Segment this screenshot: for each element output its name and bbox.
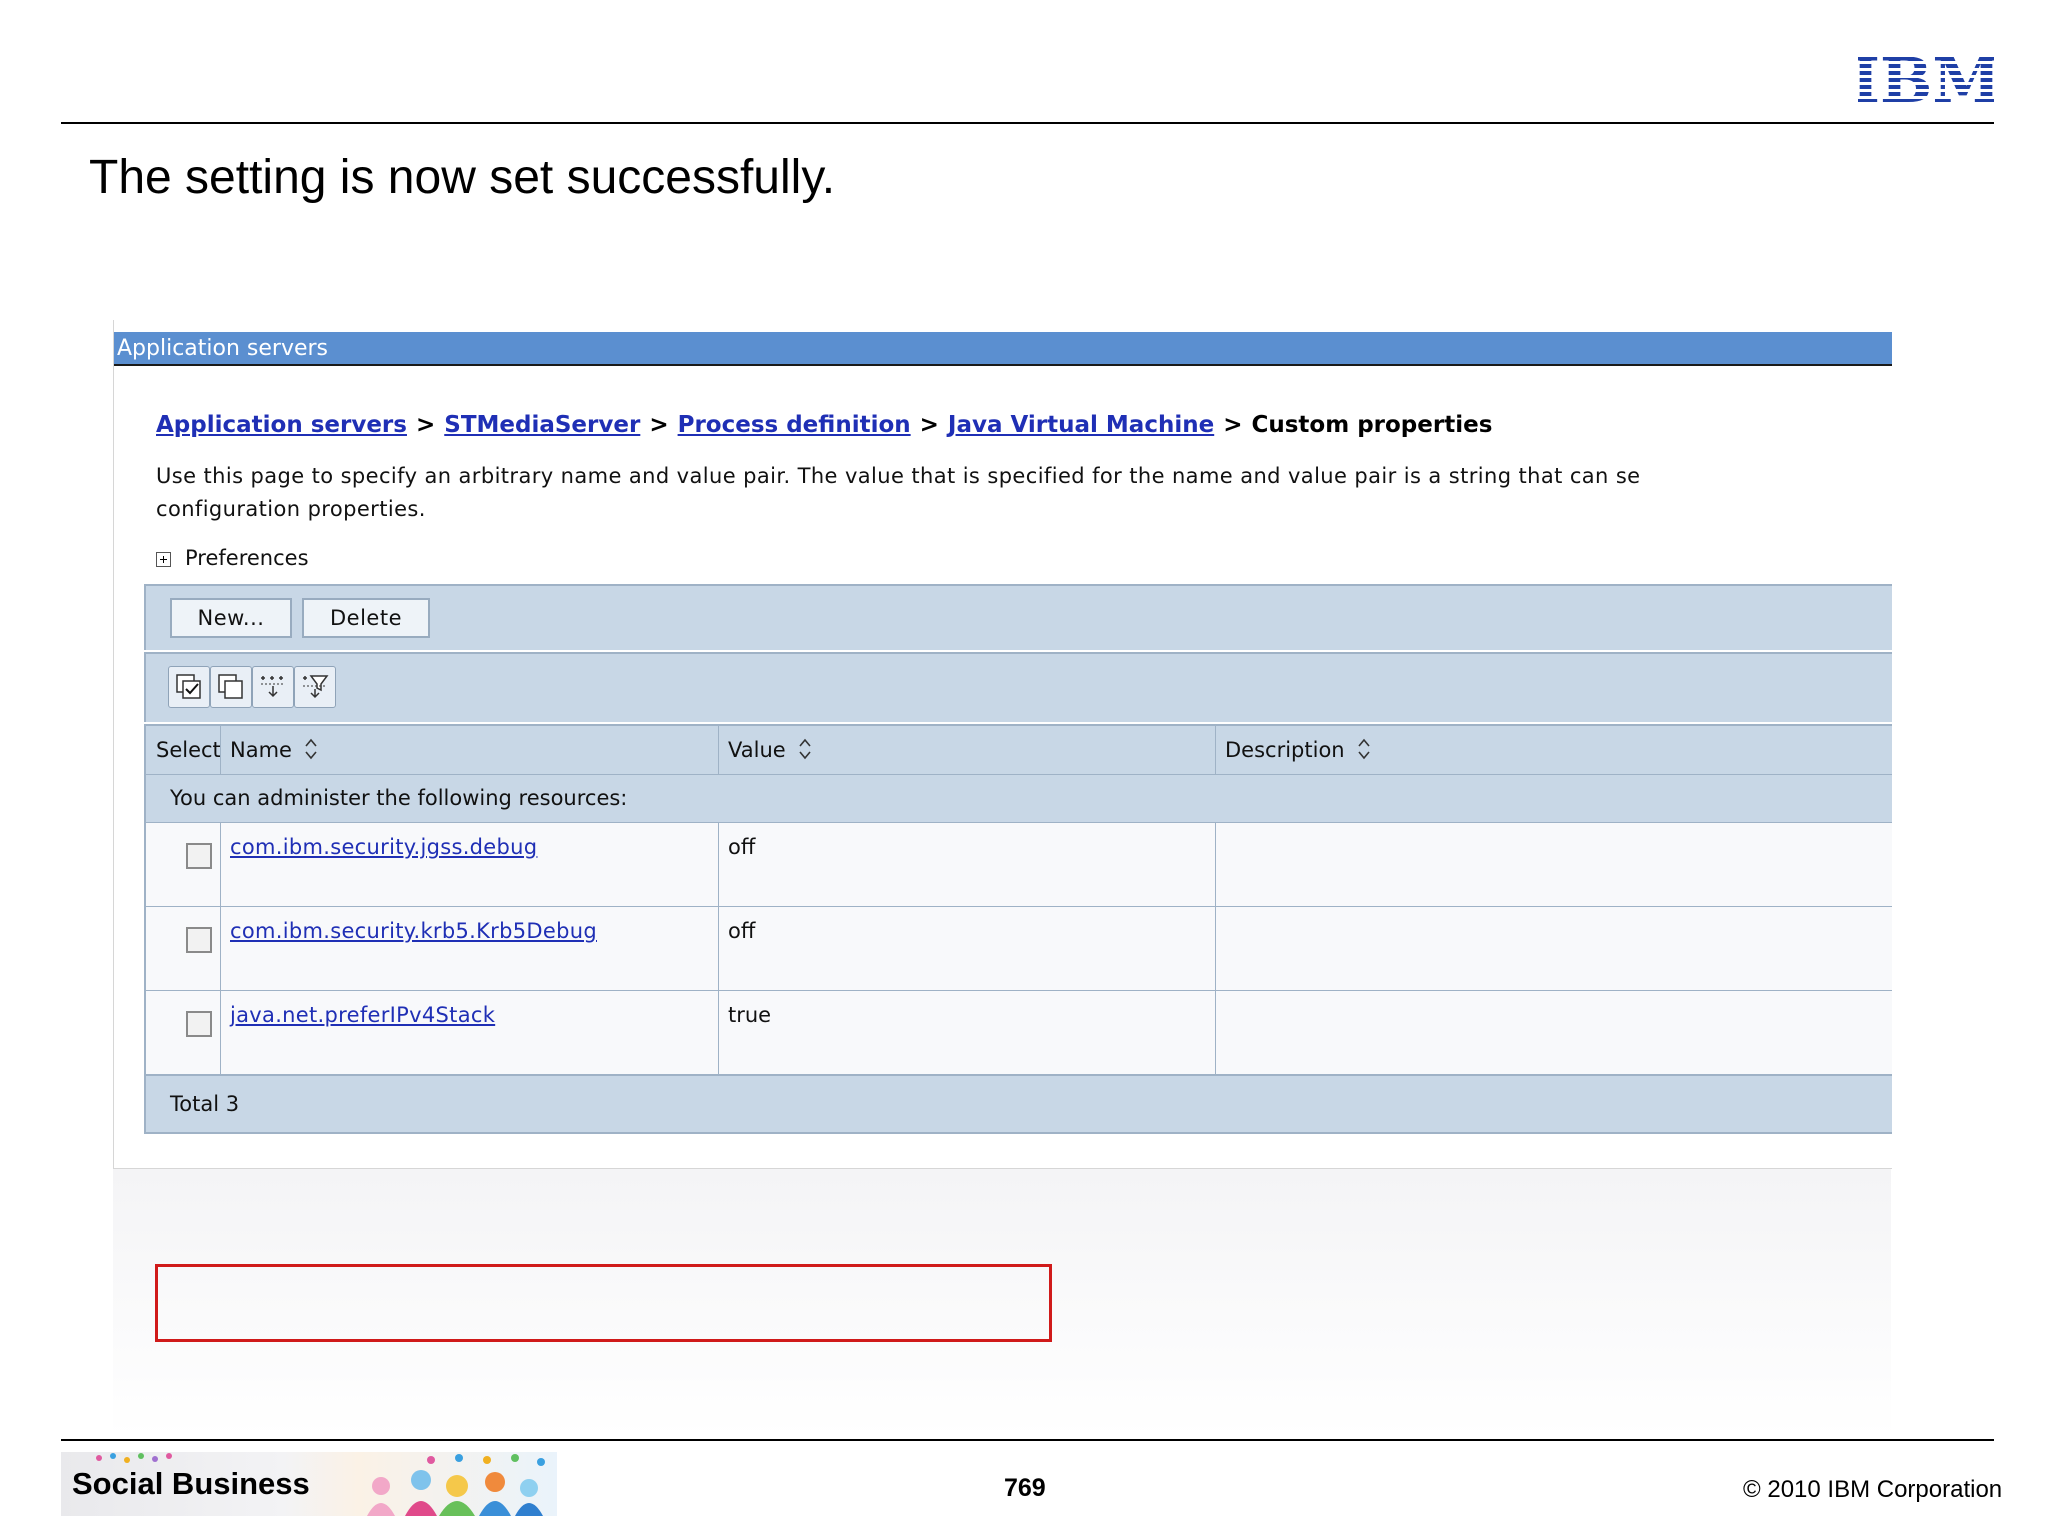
column-header-description[interactable]: Description bbox=[1225, 738, 1371, 763]
new-button[interactable]: New... bbox=[170, 598, 292, 638]
collection-panel: New... Delete Select Name Value Descript… bbox=[144, 584, 1892, 1342]
breadcrumb-separator: > bbox=[649, 412, 669, 438]
breadcrumb-link-stmediaserver[interactable]: STMediaServer bbox=[444, 412, 640, 438]
svg-text:IBM: IBM bbox=[1858, 50, 1994, 106]
select-all-icon[interactable] bbox=[168, 666, 210, 708]
admin-console-screenshot: Application servers Application servers >… bbox=[113, 320, 1892, 1342]
row-select-checkbox[interactable] bbox=[186, 1011, 212, 1037]
custom-properties-table: Select Name Value Description You can ad… bbox=[144, 724, 1892, 1134]
sort-icon[interactable] bbox=[1357, 737, 1371, 761]
resources-caption: You can administer the following resourc… bbox=[146, 774, 1892, 822]
button-bar: New... Delete bbox=[144, 584, 1892, 650]
slide-title: The setting is now set successfully. bbox=[89, 151, 836, 204]
breadcrumb-separator: > bbox=[919, 412, 939, 438]
header-rule bbox=[61, 122, 1994, 124]
breadcrumb-separator: > bbox=[1223, 412, 1243, 438]
preferences-label: Preferences bbox=[185, 546, 309, 570]
sort-icon[interactable] bbox=[304, 737, 318, 761]
delete-button[interactable]: Delete bbox=[302, 598, 430, 638]
breadcrumb-separator: > bbox=[415, 412, 436, 438]
ibm-logo: IBM bbox=[1858, 50, 1994, 106]
property-value: off bbox=[728, 835, 756, 859]
breadcrumb-link-application-servers[interactable]: Application servers bbox=[156, 412, 407, 438]
table-row: java.net.preferIPv4Stack true bbox=[146, 990, 1892, 1074]
property-name-link[interactable]: com.ibm.security.krb5.Krb5Debug bbox=[230, 919, 597, 943]
preferences-toggle[interactable]: Preferences bbox=[156, 546, 309, 570]
description-line: configuration properties. bbox=[156, 497, 426, 521]
breadcrumb-link-java-virtual-machine[interactable]: Java Virtual Machine bbox=[948, 412, 1214, 438]
table-toolbar bbox=[144, 652, 1892, 722]
property-name-link[interactable]: java.net.preferIPv4Stack bbox=[230, 1003, 495, 1027]
deselect-all-icon[interactable] bbox=[210, 666, 252, 708]
breadcrumb-link-process-definition[interactable]: Process definition bbox=[678, 412, 911, 438]
show-filter-icon[interactable] bbox=[252, 666, 294, 708]
table-total: Total 3 bbox=[146, 1074, 1892, 1134]
people-graphic bbox=[367, 1454, 545, 1516]
footer-rule bbox=[61, 1439, 1994, 1441]
column-header-name[interactable]: Name bbox=[230, 738, 318, 763]
row-select-checkbox[interactable] bbox=[186, 843, 212, 869]
expand-plus-icon[interactable] bbox=[156, 552, 171, 567]
clear-filter-icon[interactable] bbox=[294, 666, 336, 708]
row-select-checkbox[interactable] bbox=[186, 927, 212, 953]
property-name-link[interactable]: com.ibm.security.jgss.debug bbox=[230, 835, 537, 859]
footer-brand: Social Business bbox=[72, 1466, 310, 1501]
table-row: com.ibm.security.krb5.Krb5Debug off bbox=[146, 906, 1892, 990]
table-row: com.ibm.security.jgss.debug off bbox=[146, 822, 1892, 906]
column-header-value[interactable]: Value bbox=[728, 738, 812, 763]
portlet-titlebar: Application servers bbox=[114, 332, 1892, 366]
property-value: true bbox=[728, 1003, 772, 1027]
breadcrumb-current: Custom properties bbox=[1251, 412, 1493, 438]
page-description: Use this page to specify an arbitrary na… bbox=[156, 460, 1892, 526]
sort-icon[interactable] bbox=[798, 737, 812, 761]
page-number: 769 bbox=[1004, 1474, 1046, 1502]
breadcrumb: Application servers > STMediaServer > Proces… bbox=[156, 412, 1492, 438]
column-header-select: Select bbox=[156, 738, 221, 762]
property-value: off bbox=[728, 919, 756, 943]
social-business-banner: Social Business bbox=[61, 1452, 557, 1516]
screenshot-shadow bbox=[113, 1168, 1891, 1438]
copyright: © 2010 IBM Corporation bbox=[1743, 1476, 2003, 1503]
description-line: Use this page to specify an arbitrary na… bbox=[156, 464, 1641, 488]
table-header-row: Select Name Value Description bbox=[146, 724, 1892, 774]
